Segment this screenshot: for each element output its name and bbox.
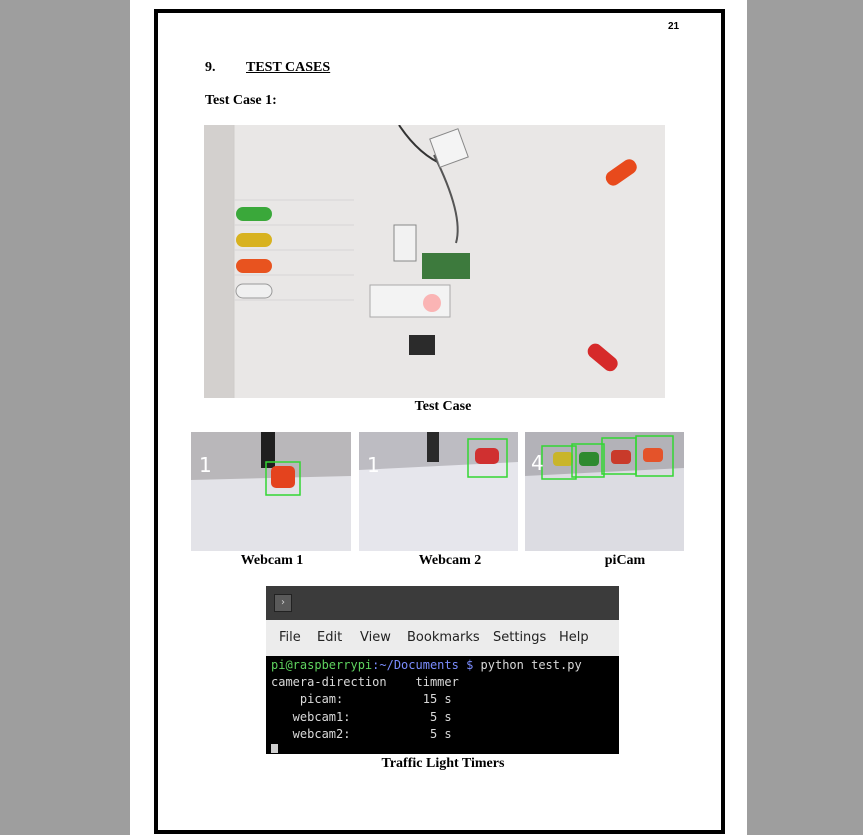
webcam2-graphic: 1 bbox=[359, 432, 518, 551]
terminal-titlebar: › bbox=[266, 586, 619, 620]
webcam1-caption: Webcam 1 bbox=[240, 553, 304, 568]
output-row-webcam2: webcam2: 5 s bbox=[271, 727, 452, 741]
command-text: python test.py bbox=[473, 658, 582, 672]
output-header: camera-direction timmer bbox=[271, 675, 459, 689]
picam-caption: piCam bbox=[604, 553, 646, 568]
test-case-photo-graphic bbox=[204, 125, 665, 398]
section-number: 9. bbox=[205, 60, 216, 75]
terminal-command-line: pi@raspberrypi:~/Documents $ python test… bbox=[271, 658, 582, 672]
section-title: TEST CASES bbox=[246, 60, 331, 75]
picam-graphic: 4 bbox=[525, 432, 684, 551]
menu-bookmarks[interactable]: Bookmarks bbox=[407, 630, 480, 645]
webcam2-photo: 1 bbox=[359, 432, 518, 551]
test-case-photo bbox=[204, 125, 665, 398]
prompt-user: pi@raspberrypi bbox=[271, 658, 373, 672]
page-number: 21 bbox=[668, 21, 680, 32]
webcam1-photo: 1 bbox=[191, 432, 351, 551]
webcam1-count: 1 bbox=[199, 453, 212, 477]
picam-photo: 4 bbox=[525, 432, 684, 551]
menu-help[interactable]: Help bbox=[559, 630, 589, 645]
webcam1-graphic: 1 bbox=[191, 432, 351, 551]
menu-edit[interactable]: Edit bbox=[317, 630, 342, 645]
menu-file[interactable]: File bbox=[279, 630, 301, 645]
terminal-cursor bbox=[271, 744, 278, 753]
output-row-webcam1: webcam1: 5 s bbox=[271, 710, 452, 724]
menu-view[interactable]: View bbox=[360, 630, 391, 645]
subheading: Test Case 1: bbox=[205, 93, 277, 108]
output-row-picam: picam: 15 s bbox=[271, 692, 452, 706]
terminal-screenshot: › File Edit View Bookmarks Settings Help… bbox=[266, 586, 619, 754]
timers-caption: Traffic Light Timers bbox=[381, 756, 505, 771]
webcam2-count: 1 bbox=[367, 453, 380, 477]
terminal-menu-icon[interactable]: › bbox=[274, 594, 292, 612]
picam-count: 4 bbox=[531, 451, 544, 475]
prompt-path: :~/Documents $ bbox=[372, 658, 474, 672]
menu-settings[interactable]: Settings bbox=[493, 630, 546, 645]
test-case-caption: Test Case bbox=[414, 399, 472, 414]
webcam2-caption: Webcam 2 bbox=[418, 553, 482, 568]
